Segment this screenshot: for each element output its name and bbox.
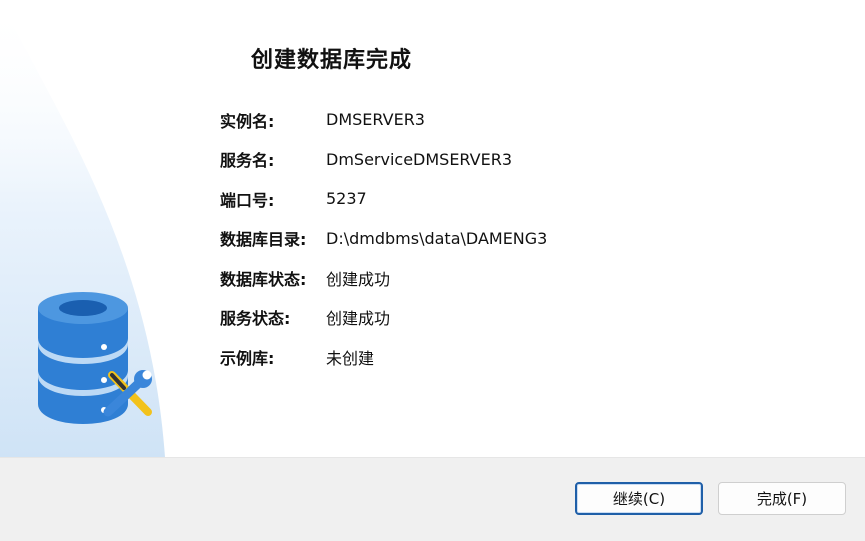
info-row-sample-db: 示例库: 未创建 — [220, 337, 547, 377]
info-value: D:\dmdbms\data\DAMENG3 — [326, 228, 548, 248]
info-value: 创建成功 — [326, 269, 391, 289]
info-row-instance: 实例名: DMSERVER3 — [220, 100, 547, 140]
finish-button[interactable]: 完成(F) — [718, 482, 846, 515]
info-row-port: 端口号: 5237 — [220, 179, 547, 219]
info-label: 端口号: — [220, 190, 275, 210]
side-illustration — [0, 0, 165, 457]
info-row-service: 服务名: DmServiceDMSERVER3 — [220, 140, 547, 180]
info-value: DMSERVER3 — [326, 110, 425, 130]
info-label: 服务状态: — [220, 309, 291, 329]
dialog-content: 创建数据库完成 实例名: DMSERVER3 服务名: DmServiceDMS… — [0, 0, 865, 457]
info-label: 数据库目录: — [220, 230, 307, 250]
info-value: 未创建 — [326, 348, 375, 368]
info-row-db-dir: 数据库目录: D:\dmdbms\data\DAMENG3 — [220, 219, 547, 259]
info-label: 示例库: — [220, 348, 275, 368]
info-row-db-status: 数据库状态: 创建成功 — [220, 258, 547, 298]
info-value: 创建成功 — [326, 309, 391, 329]
info-label: 实例名: — [220, 111, 275, 131]
continue-button[interactable]: 继续(C) — [575, 482, 703, 515]
info-row-service-status: 服务状态: 创建成功 — [220, 298, 547, 338]
info-value: DmServiceDMSERVER3 — [326, 149, 513, 169]
dialog-footer: 继续(C) 完成(F) — [0, 457, 865, 541]
info-value: 5237 — [326, 189, 367, 209]
info-label: 服务名: — [220, 151, 275, 171]
info-list: 实例名: DMSERVER3 服务名: DmServiceDMSERVER3 端… — [220, 100, 547, 377]
dialog-title: 创建数据库完成 — [251, 48, 413, 73]
info-label: 数据库状态: — [220, 269, 307, 289]
